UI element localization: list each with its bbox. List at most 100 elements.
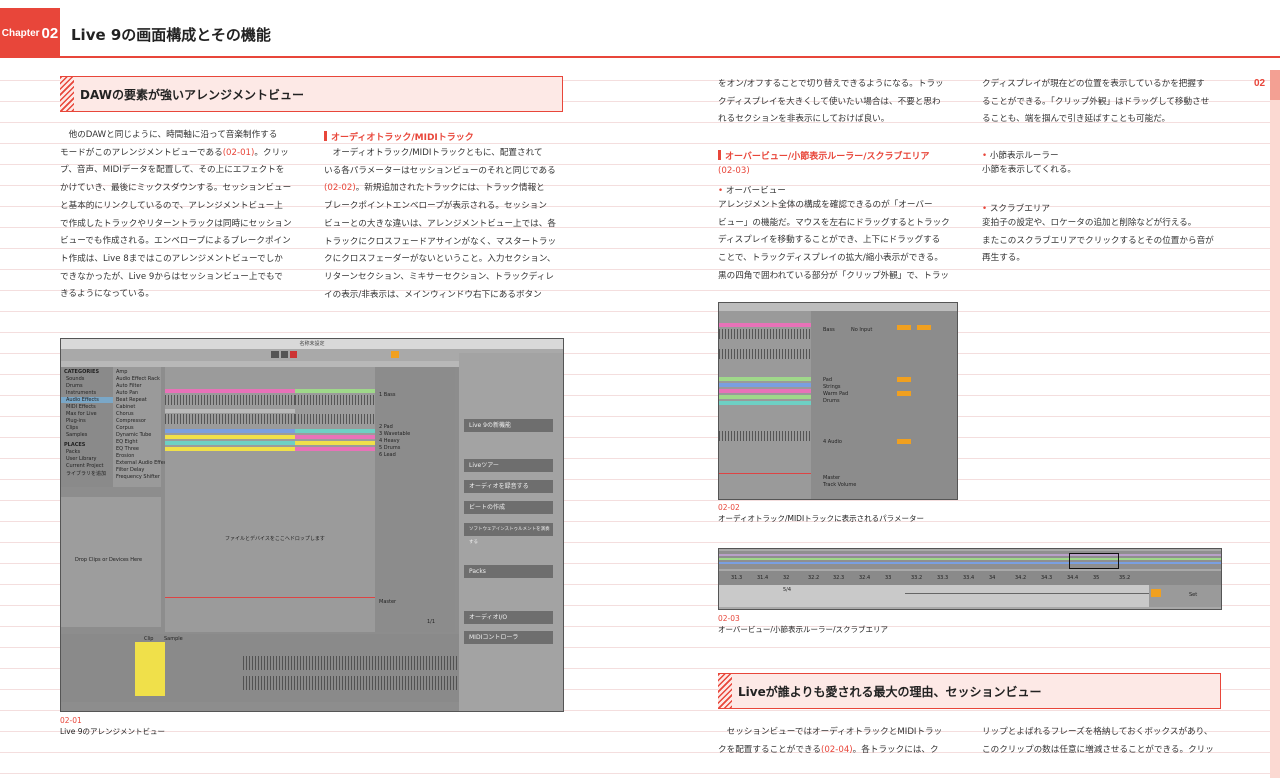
figure-caption: オーバービュー/小節表示ルーラー/スクラブエリア [718,625,888,634]
text-line: かけていき、最後にミックスダウンする。セッションビュー [60,183,292,194]
text-line: セッションビューではオーディオトラックとMIDIトラッ [726,727,943,737]
browser-item[interactable]: Instruments [66,390,96,396]
browser-item[interactable]: Sounds [66,376,84,382]
browser-item[interactable]: Drums [66,383,83,389]
text-line: 再生する。 [982,253,1025,264]
browser-item[interactable]: Samples [66,432,87,438]
play-icon[interactable] [271,351,279,358]
set-locator-button[interactable]: Set [1189,592,1197,598]
figure-reference[interactable]: (02-01) [223,148,255,158]
browser-item[interactable]: Erosion [116,453,134,459]
browser-item[interactable]: Audio Effect Rack [116,376,160,382]
help-button[interactable]: Liveツアー [464,459,553,472]
text-line: このクリップの数は任意に増減させることができる。クリッ [982,744,1214,755]
figure-reference[interactable]: (02-03) [718,163,750,181]
clip-overview-box[interactable] [1069,553,1119,569]
track-name[interactable]: 6 Lead [379,452,396,458]
info-drop-area[interactable]: Drop Clips or Devices Here [61,497,161,627]
text-line: 他のDAWと同じように、時間軸に沿って音楽制作する [68,130,278,140]
subheading-text: オーディオトラック/MIDIトラック [331,133,474,143]
browser-item[interactable]: Dynamic Tube [116,432,151,438]
help-button[interactable]: ソフトウェアインストゥルメントを演奏する [464,523,553,545]
browser-item[interactable]: Max for Live [66,411,97,417]
left-column-1: 他のDAWと同じように、時間軸に沿って音楽制作する モードがこのアレンジメントビ… [60,127,292,304]
track-header-panel: Bass No Input Pad Strings Warm Pad Drums… [811,311,957,499]
browser-categories: CATEGORIES Sounds Drums Instruments Audi… [61,367,118,487]
track-name[interactable]: Pad [823,377,832,383]
browser-item-selected[interactable]: Audio Effects [61,397,118,403]
browser-item[interactable]: ライブラリを追加 [66,470,106,477]
browser-item[interactable]: Amp [116,369,127,375]
browser-item[interactable]: Frequency Shifter [116,474,160,480]
browser-item[interactable]: Chorus [116,411,134,417]
help-button[interactable]: MIDIコントローラ [464,631,553,644]
browser-item[interactable]: Beat Repeat [116,397,147,403]
track-name[interactable]: Bass [823,327,835,333]
browser-item[interactable]: External Audio Effect [116,460,169,466]
track-name[interactable]: 5 Drums [379,445,400,451]
browser-item[interactable]: Plug-ins [66,418,86,424]
text-line: モードがこのアレンジメントビューである [60,147,223,158]
browser-item[interactable]: User Library [66,456,96,462]
bullet-text: オーバービュー [725,186,786,196]
track-name[interactable]: Strings [823,384,841,390]
text-line: またこのスクラブエリアでクリックするとその位置から音が [982,235,1214,246]
browser-item[interactable]: Packs [66,449,80,455]
ruler-mark: 34.4 [1067,575,1079,581]
browser-item[interactable]: Auto Pan [116,390,138,396]
text-line: 。各トラックには、ク [852,744,939,755]
time-signature[interactable]: 5/4 [783,587,791,593]
help-button[interactable]: オーディオI/O [464,611,553,624]
text-line: ることも、端を掴んで引き延ばすことも可能だ。 [982,114,1171,125]
left-column-2: オーディオトラック/MIDIトラックともに、配置されて いる各パラメーターはセッ… [324,145,556,304]
browser-item[interactable]: Clips [66,425,78,431]
scrub-paragraph: 変拍子の設定や、ロケータの追加と削除などが行える。 またこのスクラブエリアでクリ… [982,215,1214,268]
input-select[interactable]: No Input [851,327,872,333]
figure-number: 02-03 [718,614,740,623]
text-line: クディスプレイを大きくして使いたい場合は、不要と思わ [718,96,941,107]
track-name[interactable]: 4 Audio [823,439,842,445]
browser-item[interactable]: Corpus [116,425,134,431]
right-column-2-top: クディスプレイが現在どの位置を表示しているかを把握す ることができる。「クリップ… [982,76,1209,129]
browser-item[interactable]: Cabinet [116,404,135,410]
arrangement-area[interactable]: ファイルとデバイスをここへドロップします [165,367,375,632]
beat-ruler[interactable]: 31.3 31.4 32 32.2 32.3 32.4 33 33.2 33.3… [719,571,1221,585]
browser-item[interactable]: Compressor [116,418,146,424]
loop-icon[interactable] [391,351,399,358]
section-heading-text: DAWの要素が強いアレンジメントビュー [80,88,304,102]
mixer-section: 1 Bass 2 Pad 3 Wavetable 4 Heavy 5 Drums… [375,367,455,632]
figure-reference[interactable]: (02-04) [821,745,853,755]
stop-icon[interactable] [281,351,288,358]
text-line: クにクロスフェーダーがないということ。入力セクション、 [324,254,556,265]
record-icon[interactable] [290,351,297,358]
help-title[interactable]: Live 9の新機能 [464,419,553,432]
browser-item[interactable]: EQ Eight [116,439,138,445]
text-line: ことで、トラックディスプレイの拡大/縮小表示ができる。 [718,253,943,264]
browser-item[interactable]: Current Project [66,463,103,469]
browser-items: Amp Audio Effect Rack Auto Filter Auto P… [113,367,169,487]
figure-reference[interactable]: (02-02) [324,183,356,193]
browser-item[interactable]: Filter Delay [116,467,144,473]
text-line: アレンジメント全体の構成を確認できるのが「オーバー [718,200,933,210]
help-button[interactable]: オーディオを録音する [464,480,553,493]
track-name[interactable]: Drums [823,398,840,404]
ruler-mark: 31.3 [731,575,743,581]
help-button[interactable]: ビートの作成 [464,501,553,514]
help-button[interactable]: Packs [464,565,553,578]
browser-item[interactable]: Auto Filter [116,383,142,389]
master-track[interactable]: Master [379,599,396,605]
track-name[interactable]: 2 Pad [379,424,393,430]
text-line: 変拍子の設定や、ロケータの追加と削除などが行える。 [982,218,1197,228]
ruler-mark: 33.4 [963,575,975,581]
locator-marker[interactable] [1151,589,1161,597]
track-name[interactable]: 3 Wavetable [379,431,410,437]
bullet-text: スクラブエリア [989,204,1050,214]
browser-item[interactable]: EQ Three [116,446,139,452]
text-line: クを配置することができる [718,744,821,755]
track-name[interactable]: Warm Pad [823,391,848,397]
track-name[interactable]: 1 Bass [379,392,395,398]
scrub-area[interactable]: 5/4 [719,585,1149,607]
track-name[interactable]: 4 Heavy [379,438,400,444]
browser-item[interactable]: MIDI Effects [66,404,96,410]
text-line: をオン/オフすることで切り替えできるようになる。トラッ [718,79,944,89]
